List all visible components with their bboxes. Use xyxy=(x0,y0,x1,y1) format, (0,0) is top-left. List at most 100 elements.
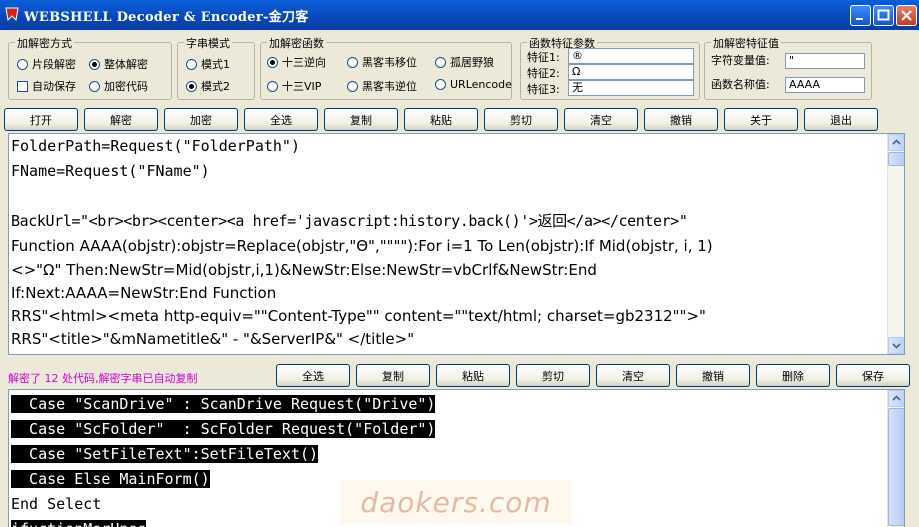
code-line: Case Else MainForm() xyxy=(11,470,210,488)
radio-hacker-shift[interactable]: 黑客韦移位 xyxy=(347,54,417,70)
radio-indicator xyxy=(89,80,100,92)
radio-whole-decrypt[interactable]: 整体解密 xyxy=(89,56,148,72)
vertical-scrollbar[interactable] xyxy=(887,390,904,527)
radio-indicator xyxy=(186,58,197,70)
save-button[interactable]: 保存 xyxy=(836,364,910,387)
copy-button-top[interactable]: 复制 xyxy=(324,108,398,131)
radio-mode-1[interactable]: 模式1 xyxy=(186,56,230,72)
radio-indicator xyxy=(347,56,358,68)
delete-button[interactable]: 删除 xyxy=(756,364,830,387)
auto-save-checkbox[interactable]: 自动保存 xyxy=(17,78,76,94)
mode-group-label: 加解密方式 xyxy=(15,35,74,51)
checkbox-label: 自动保存 xyxy=(32,80,76,93)
feature-values-group-label: 加解密特征值 xyxy=(711,35,781,51)
code-line: <>"Ω" Then:NewStr=Mid(objstr,i,1)&NewStr… xyxy=(11,261,597,279)
radio-label: 十三VIP xyxy=(282,80,322,93)
func-name-input[interactable]: AAAA xyxy=(785,77,865,93)
radio-label: 黑客韦移位 xyxy=(362,56,417,69)
radio-mode-2[interactable]: 模式2 xyxy=(186,78,230,94)
code-line: BackUrl="<br><br><center><a href='javasc… xyxy=(11,212,688,230)
radio-indicator xyxy=(435,79,446,90)
radio-indicator xyxy=(347,80,358,92)
chevron-up-icon xyxy=(892,395,901,401)
code-line: Function AAAA(objstr):objstr=Replace(obj… xyxy=(11,237,713,255)
radio-lone-wolf[interactable]: 孤居野狼 xyxy=(435,54,494,70)
source-editor[interactable]: FolderPath=Request("FolderPath") FName=R… xyxy=(8,133,905,355)
char-var-label: 字符变量值: xyxy=(711,54,770,67)
undo-button-top[interactable]: 撤销 xyxy=(644,108,718,131)
radio-label: 整体解密 xyxy=(104,58,148,71)
radio-label: 孤居野狼 xyxy=(450,56,494,69)
encrypt-button[interactable]: 加密 xyxy=(164,108,238,131)
functions-group: 加解密函数 十三逆向 黑客韦移位 孤居野狼 十三VIP 黑客韦逆位 URLenc… xyxy=(260,35,512,100)
code-line: Case "ScanDrive" : ScanDrive Request("Dr… xyxy=(11,395,436,413)
functions-group-label: 加解密函数 xyxy=(267,35,326,51)
feature-values-group: 加解密特征值 字符变量值: " 函数名称值: AAAA xyxy=(704,35,872,100)
char-var-input[interactable]: " xyxy=(785,53,865,69)
radio-shisan-reverse[interactable]: 十三逆向 xyxy=(267,54,326,70)
scroll-thumb[interactable] xyxy=(888,152,904,166)
app-icon xyxy=(5,7,19,22)
undo-button-bottom[interactable]: 撤销 xyxy=(676,364,750,387)
open-button[interactable]: 打开 xyxy=(4,108,78,131)
code-line: RRS"<html><meta http-equiv=""Content-Typ… xyxy=(11,307,706,325)
radio-encrypt-code[interactable]: 加密代码 xyxy=(89,78,148,94)
maximize-button[interactable] xyxy=(873,5,894,26)
select-all-button-bottom[interactable]: 全选 xyxy=(276,364,350,387)
about-button[interactable]: 关于 xyxy=(724,108,798,131)
exit-button[interactable]: 退出 xyxy=(804,108,878,131)
string-mode-group-label: 字串模式 xyxy=(184,35,232,51)
title-bar[interactable]: WEBSHELL Decoder & Encoder-金刀客 xyxy=(0,0,919,30)
params-group: 函数特征参数 特征1: ® 特征2: Ω 特征3: 无 xyxy=(520,35,700,100)
close-icon xyxy=(901,10,912,21)
status-text: 解密了 12 处代码,解密字串已自动复制 xyxy=(8,372,198,385)
paste-button-bottom[interactable]: 粘贴 xyxy=(436,364,510,387)
radio-hacker-reverse[interactable]: 黑客韦逆位 xyxy=(347,78,417,94)
decrypt-button[interactable]: 解密 xyxy=(84,108,158,131)
clear-button-bottom[interactable]: 清空 xyxy=(596,364,670,387)
select-all-button-top[interactable]: 全选 xyxy=(244,108,318,131)
radio-indicator xyxy=(267,56,278,68)
param-1-label: 特征1: xyxy=(527,51,560,64)
maximize-icon xyxy=(877,9,890,21)
string-mode-group: 字串模式 模式1 模式2 xyxy=(177,35,255,100)
cut-button-top[interactable]: 剪切 xyxy=(484,108,558,131)
vertical-scrollbar[interactable] xyxy=(887,134,904,354)
radio-label: URLencode xyxy=(450,78,512,91)
code-line: FolderPath=Request("FolderPath") xyxy=(11,137,300,155)
code-line: FName=Request("FName") xyxy=(11,162,210,180)
watermark: daokers.com xyxy=(340,480,572,524)
radio-label: 模式1 xyxy=(201,58,230,71)
radio-fragment-decrypt[interactable]: 片段解密 xyxy=(17,56,76,72)
code-line: Case "SetFileText":SetFileText() xyxy=(11,445,319,463)
window-title: WEBSHELL Decoder & Encoder-金刀客 xyxy=(24,10,309,25)
checkbox-indicator xyxy=(17,80,28,92)
minimize-icon xyxy=(856,18,863,20)
param-2-input[interactable]: Ω xyxy=(568,64,694,80)
radio-label: 模式2 xyxy=(201,80,230,93)
scroll-down-button[interactable] xyxy=(888,337,904,354)
paste-button-top[interactable]: 粘贴 xyxy=(404,108,478,131)
chevron-up-icon xyxy=(892,139,901,145)
clear-button-top[interactable]: 清空 xyxy=(564,108,638,131)
scroll-up-button[interactable] xyxy=(888,134,904,151)
scroll-up-button[interactable] xyxy=(888,390,904,407)
param-2-label: 特征2: xyxy=(527,67,560,80)
param-3-label: 特征3: xyxy=(527,83,560,96)
code-line: RRS"<title>"&mNametitle&" - "&ServerIP&"… xyxy=(11,330,415,348)
radio-indicator xyxy=(89,58,100,70)
code-line: If:Next:AAAA=NewStr:End Function xyxy=(11,284,277,302)
chevron-down-icon xyxy=(892,343,901,349)
scroll-thumb[interactable] xyxy=(888,408,904,526)
radio-indicator xyxy=(186,80,197,92)
copy-button-bottom[interactable]: 复制 xyxy=(356,364,430,387)
cut-button-bottom[interactable]: 剪切 xyxy=(516,364,590,387)
radio-shisan-vip[interactable]: 十三VIP xyxy=(267,78,321,94)
close-button[interactable] xyxy=(896,5,917,26)
func-name-label: 函数名称值: xyxy=(711,78,770,91)
radio-urlencode[interactable]: URLencode xyxy=(435,78,512,91)
param-1-input[interactable]: ® xyxy=(568,48,694,64)
param-3-input[interactable]: 无 xyxy=(568,80,694,96)
minimize-button[interactable] xyxy=(850,5,871,26)
radio-label: 加密代码 xyxy=(104,80,148,93)
